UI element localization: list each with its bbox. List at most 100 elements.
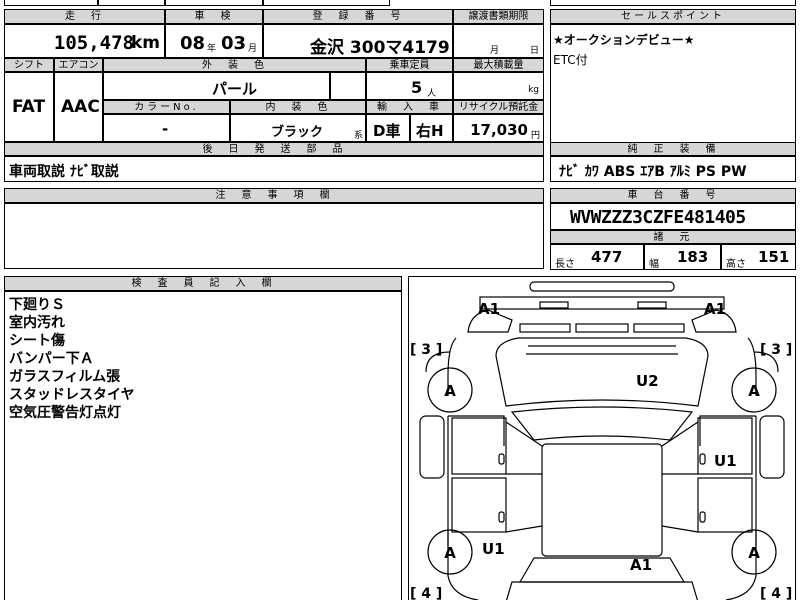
car-diagram: A A A A A1 A1 U2 U1 U1 A1 [ 3 ] [ 3 ] [ …	[410, 281, 792, 600]
chassis-number: WVWZZZ3CZFE481405	[570, 207, 746, 228]
exterior-color-value: パール	[212, 80, 258, 98]
tailgate	[505, 581, 699, 600]
length-value: 477	[591, 248, 623, 266]
mileage-value: 105,478	[53, 32, 134, 54]
capacity-value: 5	[411, 78, 423, 97]
capacity-header: 乗車定員	[366, 58, 453, 72]
height-cell: 高さ 151	[721, 244, 796, 270]
sales-top-stub	[550, 0, 796, 6]
front-bar-right	[633, 323, 685, 333]
max-load-header: 最大積載量	[453, 58, 544, 72]
pillar-left	[505, 421, 543, 533]
later-parts-value: 車両取説 ﾅﾋﾞ取説	[9, 164, 119, 180]
grille-inner-left	[539, 301, 569, 309]
recycle-fee-unit: 円	[530, 131, 540, 141]
chassis-header: 車 台 番 号	[550, 188, 796, 203]
inspector-line-4: バンパー下Ａ	[9, 351, 94, 367]
notes-box	[4, 203, 544, 269]
left-side	[447, 415, 505, 546]
shift-header: シフト	[4, 58, 54, 72]
top-stub-2	[98, 0, 165, 6]
mileage-cell: 105,478 km	[4, 24, 165, 58]
height-label: 高さ	[726, 259, 746, 270]
handle-front-left	[498, 453, 505, 465]
registration-number: 金沢 300マ4179	[310, 38, 450, 58]
inspection-year-unit: 年	[207, 44, 217, 54]
inspector-box: 下廻りＳ 室内汚れ シート傷 バンパー下Ａ ガラスフィルム張 スタッドレスタイヤ…	[4, 291, 402, 600]
inspector-line-5: ガラスフィルム張	[9, 369, 121, 385]
mileage-header: 走 行	[4, 9, 165, 24]
color-no-value: -	[162, 120, 169, 138]
front-bar-left	[519, 323, 571, 333]
sales-point-box: ★オークションデビュー★ ETC付	[550, 24, 796, 143]
transfer-deadline-header: 譲渡書類期限	[453, 9, 544, 24]
code-a1-front-left: A1	[478, 300, 500, 318]
roof	[541, 443, 663, 557]
equipment-header: 純 正 装 備	[550, 142, 796, 156]
rear-door-left	[451, 477, 507, 533]
top-stub-1	[4, 0, 98, 6]
interior-color-unit: 系	[353, 131, 363, 141]
specs-header: 諸 元	[550, 230, 796, 244]
sales-point-header: セールスポイント	[550, 9, 796, 24]
inspection-header: 車 検	[165, 9, 263, 24]
equipment-cell: ﾅﾋﾞ ｶﾜ ABS ｴｱB ｱﾙﾐ PS PW	[550, 156, 796, 182]
inspector-line-1: 下廻りＳ	[9, 297, 65, 313]
import-cell-1: D車	[366, 114, 410, 142]
interior-color-value: ブラック	[271, 125, 324, 140]
later-parts-cell: 車両取説 ﾅﾋﾞ取説	[4, 156, 544, 182]
right-side	[699, 415, 757, 546]
wheel-mark-fl: A	[444, 382, 456, 400]
equipment-value: ﾅﾋﾞ ｶﾜ ABS ｴｱB ｱﾙﾐ PS PW	[559, 164, 747, 180]
exterior-color-header: 外 装 色	[103, 58, 366, 72]
inspector-line-7: 空気圧警告灯点灯	[9, 405, 121, 421]
handle-front-right	[699, 453, 706, 465]
aircon-value: AAC	[61, 97, 100, 117]
wheel-mark-rr: A	[748, 544, 760, 562]
capacity-cell: 5 人	[366, 72, 453, 100]
front-door-left	[451, 417, 507, 475]
later-parts-header: 後 日 発 送 部 品	[4, 142, 544, 156]
aircon-header: エアコン	[54, 58, 103, 72]
exterior-color-cell: パール	[103, 72, 330, 100]
inspector-header: 検 査 員 記 入 欄	[4, 276, 402, 291]
wheel-mark-fr: A	[748, 382, 760, 400]
length-label: 長さ	[555, 259, 575, 270]
aircon-cell: AAC	[54, 72, 103, 142]
grille-inner-right	[637, 301, 667, 309]
mirror-right	[759, 415, 785, 479]
code-a1-rear: A1	[630, 556, 652, 574]
top-stub-3	[165, 0, 263, 6]
sales-point-line1: ★オークションデビュー★	[553, 33, 695, 47]
tire-tread-fl: [ 3 ]	[410, 342, 442, 358]
length-cell: 長さ 477	[550, 244, 644, 270]
max-load-cell: kg	[453, 72, 544, 100]
car-diagram-box: A A A A A1 A1 U2 U1 U1 A1 [ 3 ] [ 3 ] [ …	[408, 276, 796, 600]
code-u1-right: U1	[714, 452, 737, 470]
inspection-cell: 08 年 03 月	[165, 24, 263, 58]
windshield	[510, 406, 694, 441]
hood	[495, 337, 709, 407]
handle-rear-right	[699, 511, 706, 523]
import-value-1: D車	[373, 122, 401, 140]
tire-tread-fr: [ 3 ]	[760, 342, 792, 358]
registration-cell: 金沢 300マ4179	[263, 24, 453, 58]
width-label: 幅	[649, 259, 659, 270]
registration-header: 登 録 番 号	[263, 9, 453, 24]
recycle-fee-header: リサイクル預託金	[453, 100, 544, 114]
mileage-unit: km	[130, 33, 160, 53]
transfer-month: 月	[490, 46, 500, 56]
interior-color-cell: ブラック 系	[230, 114, 366, 142]
chassis-cell: WVWZZZ3CZFE481405	[550, 203, 796, 230]
exterior-color-extra	[330, 72, 366, 100]
shift-value: FAT	[12, 97, 46, 117]
inspector-line-6: スタッドレスタイヤ	[9, 387, 135, 403]
rear-fender-left	[447, 530, 479, 600]
color-no-header: カラーNo.	[103, 100, 230, 114]
tire-tread-rl: [ 4 ]	[410, 586, 442, 600]
recycle-fee-cell: 17,030 円	[453, 114, 544, 142]
pillar-right	[661, 421, 699, 533]
recycle-fee-value: 17,030	[470, 121, 528, 139]
color-no-cell: -	[103, 114, 230, 142]
capacity-unit: 人	[427, 89, 437, 99]
